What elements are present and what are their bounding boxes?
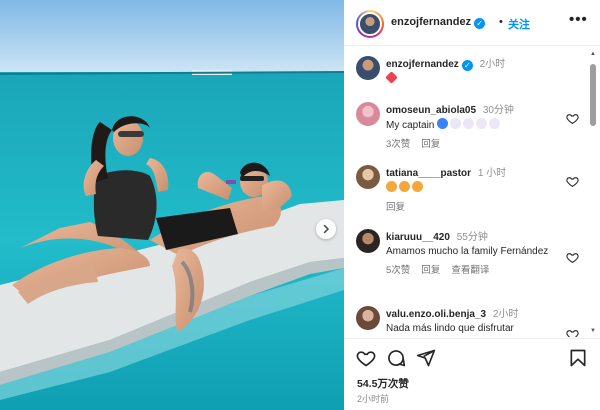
verified-badge-icon: ✓ — [474, 18, 486, 29]
caption: enzojfernandez ✓ 2小时 — [356, 56, 581, 86]
caption-avatar[interactable] — [356, 56, 380, 80]
post-time: 2小时前 — [357, 394, 390, 404]
comment-likes[interactable]: 5次赞 — [386, 265, 410, 276]
heart-icon[interactable] — [356, 348, 376, 368]
comment-likes[interactable]: 3次赞 — [386, 139, 410, 150]
comment-item: tatiana____pastor 1 小时 回复 — [356, 165, 581, 213]
post-actions: 54.5万次赞 2小时前 — [344, 338, 600, 410]
post-header: enzojfernandez ✓ • 关注 ••• — [344, 0, 600, 46]
white-heart-icon — [450, 118, 462, 129]
scroll-down-arrow-icon[interactable]: ▼ — [589, 327, 597, 335]
verified-badge-icon: ✓ — [461, 60, 473, 71]
comments-scrollbar[interactable]: ▲ ▼ — [589, 50, 597, 335]
comment-time: 1 小时 — [477, 168, 507, 179]
post-photo — [0, 0, 344, 410]
beach-photo — [0, 0, 344, 410]
heart-eyes-icon — [412, 181, 423, 192]
commenter-username[interactable]: omoseun_abiola05 — [386, 105, 476, 116]
reply-button[interactable]: 回复 — [386, 202, 405, 213]
more-options-button[interactable]: ••• — [569, 11, 588, 28]
comment-item: omoseun_abiola05 30分钟 My captain 3次赞 回复 — [356, 102, 581, 152]
author-avatar[interactable] — [356, 10, 384, 38]
like-count[interactable]: 54.5万次赞 — [357, 376, 409, 391]
comment-icon[interactable] — [386, 348, 406, 368]
blue-heart-icon — [437, 118, 449, 129]
bookmark-icon[interactable] — [568, 348, 588, 368]
like-comment-heart-icon[interactable] — [566, 328, 579, 337]
comment-time: 30分钟 — [482, 105, 514, 116]
post-side-panel: enzojfernandez ✓ • 关注 ••• enzojfernandez ✓… — [344, 0, 600, 410]
commenter-username[interactable]: valu.enzo.oli.benja_3 — [386, 309, 486, 320]
like-comment-heart-icon[interactable] — [566, 112, 579, 125]
commenter-avatar[interactable] — [356, 165, 380, 189]
scroll-thumb[interactable] — [590, 64, 596, 126]
see-translation-button[interactable]: 查看翻译 — [451, 265, 489, 276]
white-heart-icon — [476, 118, 488, 129]
heart-emoji-icon — [385, 71, 398, 84]
comment-text: Nada más lindo que disfrutar — [386, 323, 514, 334]
white-heart-icon — [489, 118, 501, 129]
heart-eyes-icon — [386, 181, 397, 192]
commenter-avatar[interactable] — [356, 102, 380, 126]
author-username[interactable]: enzojfernandez — [391, 16, 471, 28]
next-photo-button[interactable] — [316, 219, 336, 239]
comment-text: My captain — [386, 120, 435, 131]
commenter-avatar[interactable] — [356, 229, 380, 253]
comment-item: valu.enzo.oli.benja_3 2小时 Nada más lindo… — [356, 306, 581, 337]
commenter-avatar[interactable] — [356, 306, 380, 330]
heart-eyes-icon — [399, 181, 410, 192]
reply-button[interactable]: 回复 — [421, 265, 440, 276]
caption-time: 2小时 — [479, 59, 506, 70]
comment-text: Amamos mucho la family Fernández — [386, 246, 549, 257]
scroll-up-arrow-icon[interactable]: ▲ — [589, 50, 597, 58]
commenter-username[interactable]: tatiana____pastor — [386, 168, 471, 179]
follow-button[interactable]: 关注 — [508, 16, 530, 32]
send-icon[interactable] — [416, 348, 436, 368]
comment-time: 55分钟 — [456, 232, 488, 243]
like-comment-heart-icon[interactable] — [566, 175, 579, 188]
chevron-right-icon — [323, 224, 330, 234]
like-comment-heart-icon[interactable] — [566, 251, 579, 264]
comment-item: kiaruuu__420 55分钟 Amamos mucho la family… — [356, 229, 581, 293]
caption-username[interactable]: enzojfernandez — [386, 59, 459, 70]
reply-button[interactable]: 回复 — [421, 139, 440, 150]
header-separator: • — [499, 16, 503, 28]
white-heart-icon — [463, 118, 475, 129]
commenter-username[interactable]: kiaruuu__420 — [386, 232, 450, 243]
comment-time: 2小时 — [492, 309, 519, 320]
comments-list: enzojfernandez ✓ 2小时 omoseun_abiola05 30分… — [344, 47, 588, 337]
